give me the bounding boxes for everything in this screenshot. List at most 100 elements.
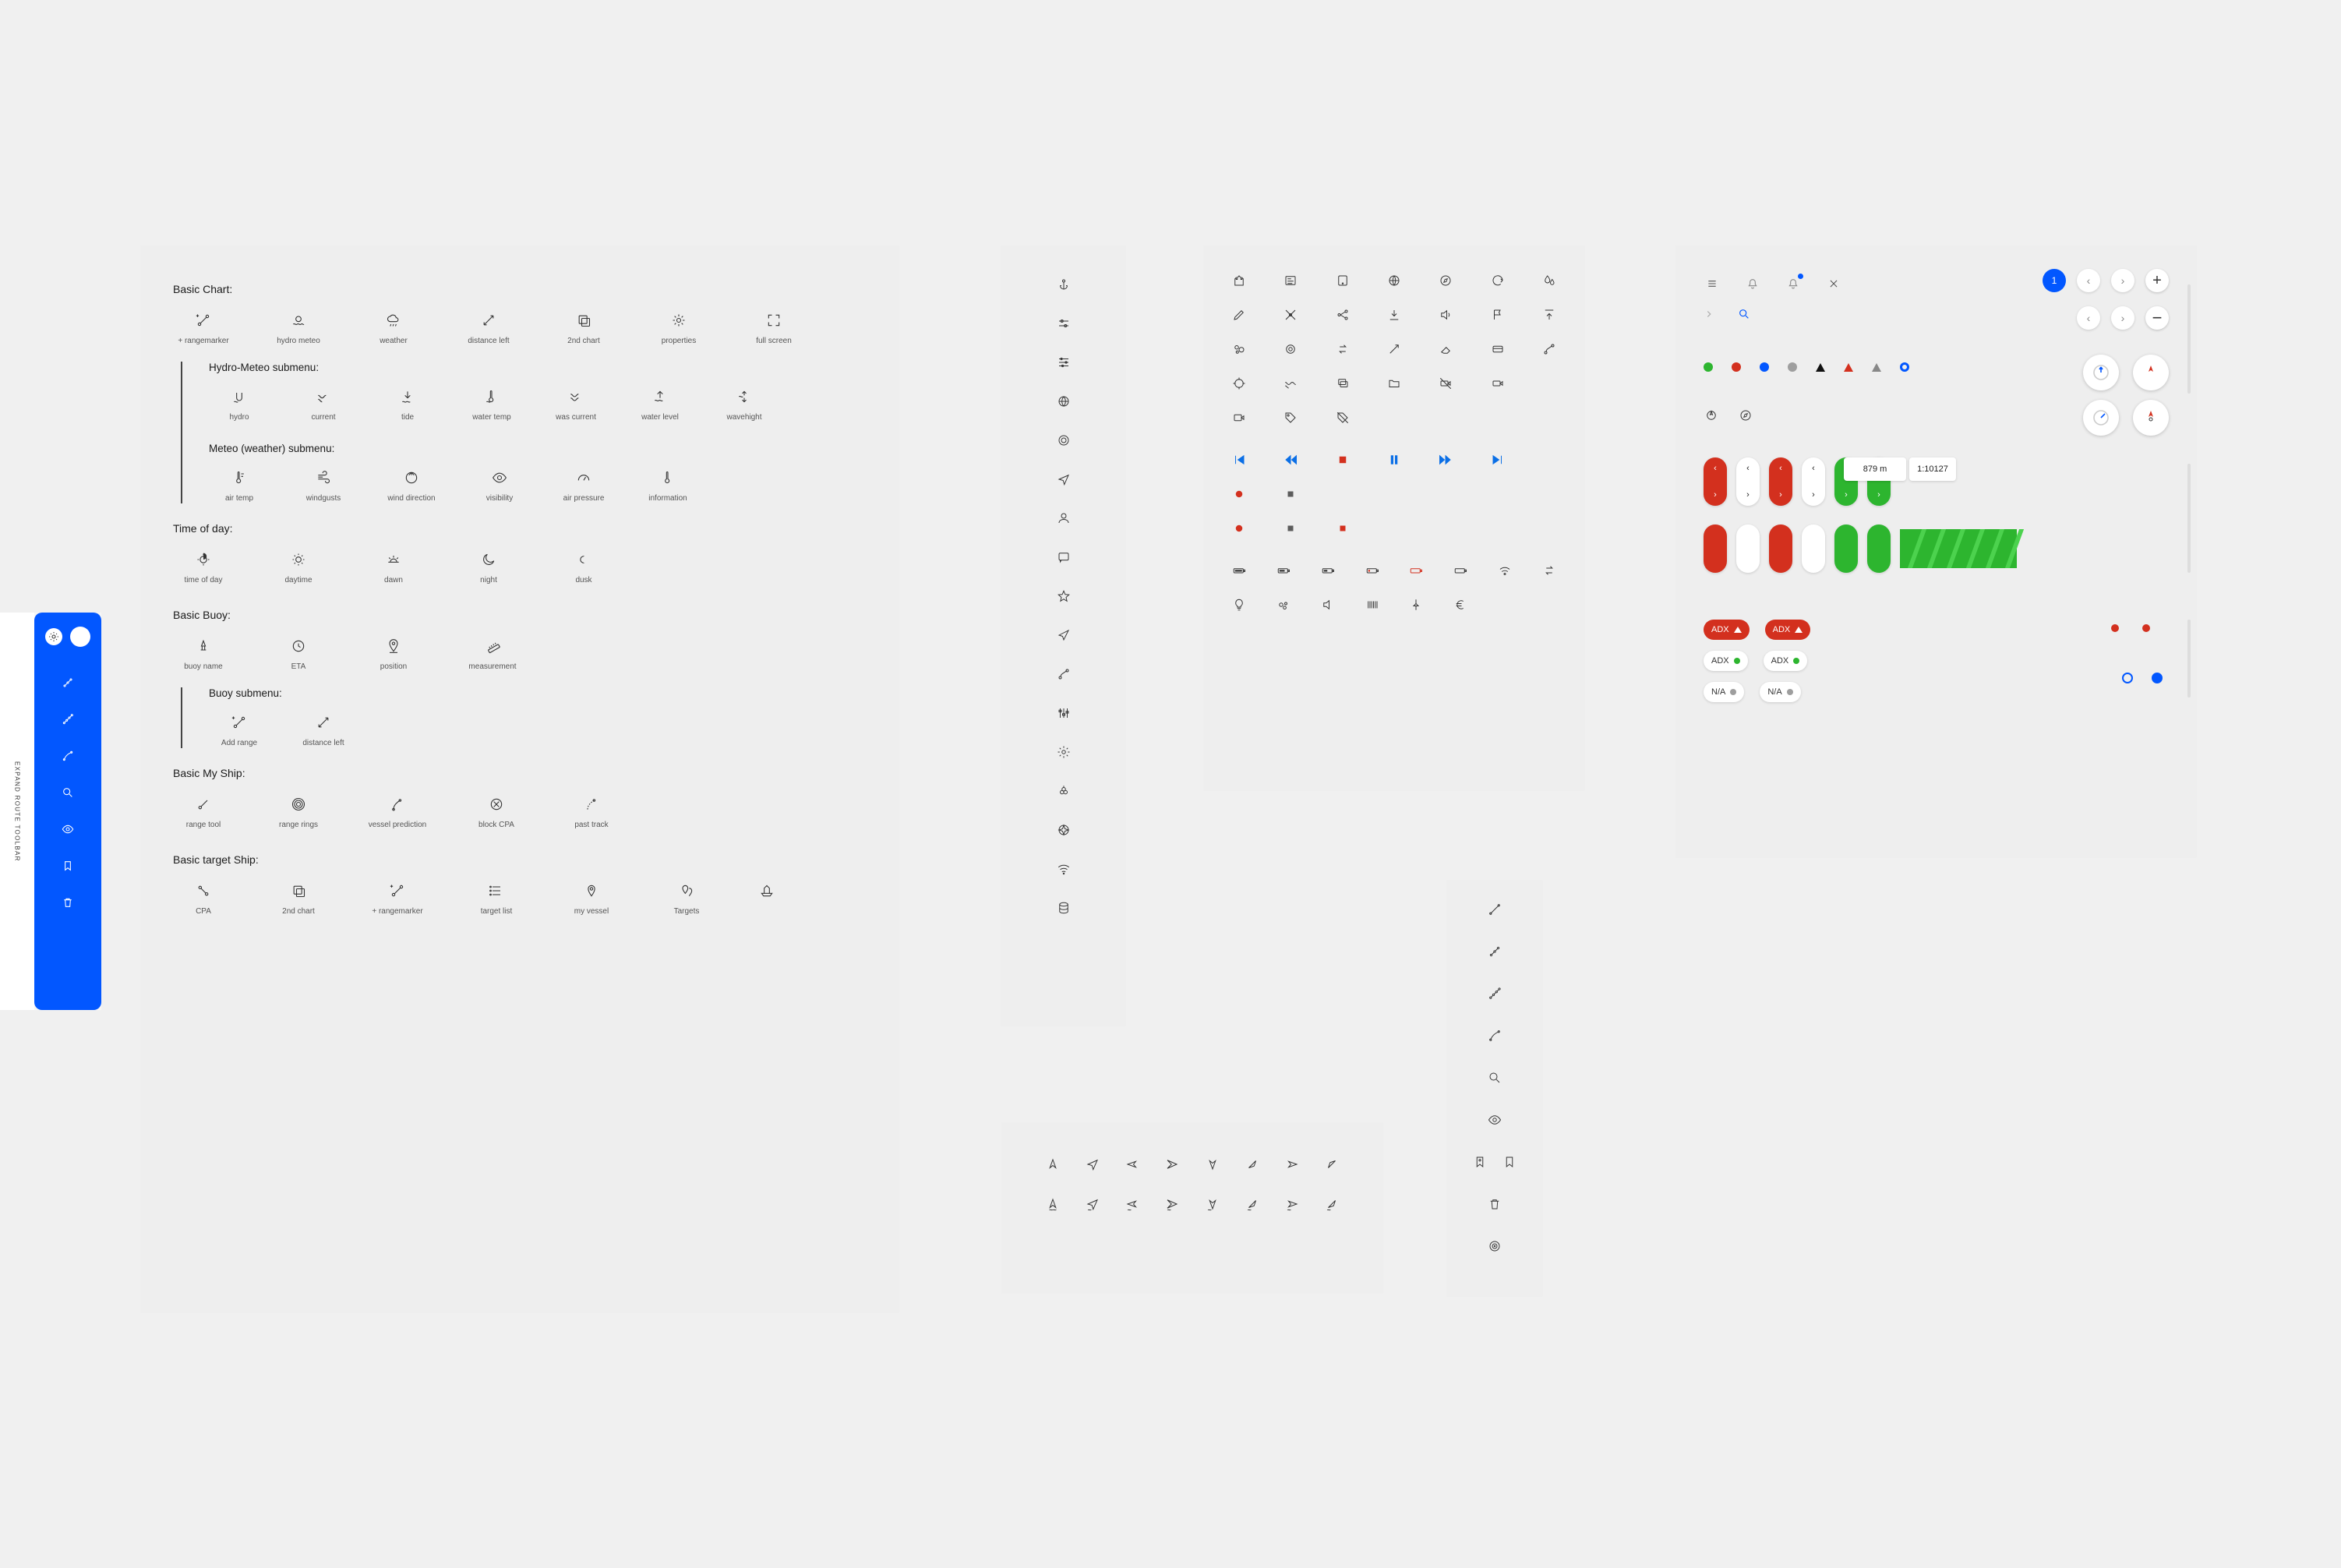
chip-adx-red-2[interactable]: ADX [1765,620,1811,640]
icon-past-track[interactable]: past track [561,793,622,830]
anchor-icon[interactable] [1056,277,1072,292]
icon-hydro-meteo[interactable]: hydro meteo [268,309,329,346]
icon-buoy-name[interactable]: buoy name [173,635,234,672]
crosshair-icon[interactable] [1231,376,1247,391]
icon-position[interactable]: position [363,635,424,672]
cursor-ll-icon[interactable] [1245,1157,1259,1174]
tablet-icon[interactable] [1335,273,1351,288]
icon-ship-outline[interactable] [751,880,782,902]
berry-icon[interactable] [1056,783,1072,799]
icon-rangemarker[interactable]: + rangemarker [173,309,234,346]
toggle-green-d[interactable] [1867,524,1891,573]
toggle-white-c[interactable] [1736,524,1760,573]
bulb-icon[interactable] [1231,597,1247,613]
chip-adx-white-1[interactable]: ADX [1704,651,1748,671]
line-nodes-icon[interactable] [62,676,74,691]
visibility-2-icon[interactable] [62,823,74,838]
user-icon[interactable] [1056,510,1072,526]
scroll-thumb-2[interactable] [2187,464,2191,573]
trash-icon[interactable] [1487,1196,1502,1212]
icon-measurement[interactable]: measurement [458,635,527,672]
drops-icon[interactable] [1276,597,1291,613]
chip-na-1[interactable]: N/A [1704,682,1744,702]
icon-vessel-prediction[interactable]: vessel prediction [363,793,432,830]
icon-eta[interactable]: ETA [268,635,329,672]
card-stack-icon[interactable] [1335,376,1351,391]
toggle-red-d[interactable] [1769,524,1792,573]
chip-na-2[interactable]: N/A [1760,682,1800,702]
icon-add-range[interactable]: Add range [209,712,270,748]
video-icon[interactable] [1490,376,1506,391]
route-2-icon[interactable] [1541,341,1557,357]
compass-2-icon[interactable] [1438,273,1453,288]
target-circle-icon[interactable] [1056,433,1072,448]
forward-icon[interactable] [1438,452,1453,468]
compass-mini-2-icon[interactable] [1738,408,1753,423]
icon-hydro[interactable]: hydro [209,386,270,422]
chip-adx-white-2[interactable]: ADX [1764,651,1808,671]
icon-distance-left-2[interactable]: distance left [293,712,354,748]
globe-icon[interactable] [1056,394,1072,409]
icon-current[interactable]: current [293,386,354,422]
route-icon[interactable] [1056,666,1072,682]
bubbles-icon[interactable] [1231,341,1247,357]
skip-back-icon[interactable] [1231,452,1247,468]
icon-block-cpa[interactable]: block CPA [466,793,527,830]
nav-prev-button[interactable]: ‹ [2077,269,2100,292]
radio-off[interactable] [2122,673,2133,683]
molecule-icon[interactable] [1335,307,1351,323]
zoom-out-button[interactable]: − [2145,306,2169,330]
wand-icon[interactable] [1386,341,1402,357]
form-icon[interactable] [1283,273,1298,288]
cursor-send-icon[interactable] [1086,1157,1100,1174]
icon-rangemarker-2[interactable]: + rangemarker [363,880,432,916]
cursor-up-icon[interactable] [1046,1157,1060,1174]
icon-2nd-chart-2[interactable]: 2nd chart [268,880,329,916]
line-nodes-icon[interactable] [1487,944,1502,959]
toggle-white-d[interactable] [1802,524,1825,573]
bell-icon[interactable] [1744,275,1761,292]
globe-2-icon[interactable] [1386,273,1402,288]
icon-range-rings[interactable]: range rings [268,793,329,830]
bullseye-icon[interactable] [1487,1238,1502,1254]
trash-icon[interactable] [62,896,74,911]
icon-night[interactable]: night [458,549,519,585]
icon-distance-left[interactable]: distance left [458,309,519,346]
icon-properties[interactable]: properties [648,309,709,346]
bookmark-icon[interactable] [1502,1154,1517,1170]
nav-next-2-button[interactable]: › [2111,306,2134,330]
icon-air-pressure[interactable]: air pressure [553,467,614,503]
search-icon[interactable] [62,786,74,801]
eraser-icon[interactable] [1438,341,1453,357]
search-icon-2[interactable] [1738,308,1750,323]
icon-second-chart[interactable]: 2nd chart [553,309,614,346]
bell-dot-icon[interactable] [1785,275,1802,292]
visibility-2-icon[interactable] [1487,1112,1502,1128]
icon-wind-direction[interactable]: wind direction [377,467,446,503]
cursor-left-w-icon[interactable] [1285,1197,1299,1213]
folder-icon[interactable] [1386,376,1402,391]
waves-icon[interactable] [1283,376,1298,391]
icon-tide[interactable]: tide [377,386,438,422]
cursor-down-w-icon[interactable] [1206,1197,1220,1213]
speaker-icon[interactable] [1438,307,1453,323]
search-icon[interactable] [1487,1070,1502,1086]
cursor-back-icon[interactable] [1165,1157,1179,1174]
upload-icon[interactable] [1541,307,1557,323]
icon-waveheight[interactable]: wavehight [714,386,775,422]
cursor-right-icon[interactable] [1125,1157,1139,1174]
download-icon[interactable] [1386,307,1402,323]
cursor-send-w-icon[interactable] [1086,1197,1100,1213]
toggle-red-b[interactable]: ‹› [1769,457,1792,506]
icon-information[interactable]: information [637,467,698,503]
database-icon[interactable] [1056,900,1072,916]
icon-targets[interactable]: Targets [656,880,717,916]
label-icon[interactable] [1231,410,1247,426]
compass-rose-icon[interactable] [1056,822,1072,838]
toggle-white-b[interactable]: ‹› [1802,457,1825,506]
icon-dawn[interactable]: dawn [363,549,424,585]
line-nodes-2-icon[interactable] [62,713,74,728]
chat-icon[interactable] [1056,549,1072,565]
swap-icon[interactable] [1541,563,1557,578]
line-curve-icon[interactable] [62,750,74,765]
